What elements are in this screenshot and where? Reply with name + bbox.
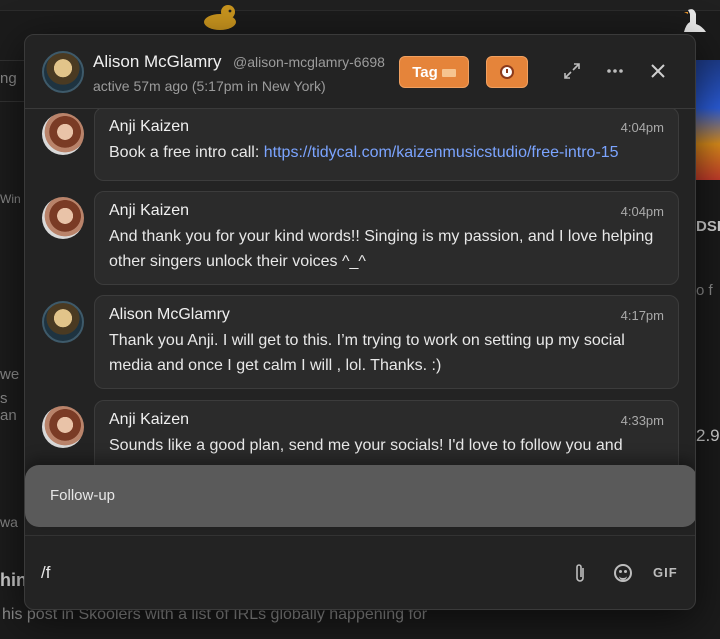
message-time: 4:33pm [620,413,664,428]
bg-fragment: wa [0,514,18,530]
contact-handle: @alison-mcglamry-6698 [233,54,385,70]
clock-icon [500,65,514,79]
snooze-button[interactable] [486,56,528,88]
avatar[interactable] [42,301,84,343]
chat-header: Alison McGlamry @alison-mcglamry-6698 ac… [25,35,695,109]
bg-fragment: o f [696,282,713,299]
message-composer: GIF [25,535,695,609]
suggestion-follow-up[interactable]: Follow-up [50,487,115,504]
avatar[interactable] [42,406,84,448]
message-bubble: Alison McGlamry 4:17pm Thank you Anji. I… [94,295,679,389]
bg-banner-image [696,60,720,180]
message-author: Anji Kaizen [109,411,190,428]
tag-button-label: Tag [412,63,438,81]
bg-fragment: DSI [696,218,720,235]
chat-modal: Alison McGlamry @alison-mcglamry-6698 ac… [24,34,696,610]
contact-name[interactable]: Alison McGlamry [93,52,221,72]
goose-illustration-icon [684,9,706,32]
message-author: Alison McGlamry [109,306,230,323]
message-bubble: Anji Kaizen 4:04pm Book a free intro cal… [94,109,679,181]
bg-fragment: Win [0,192,21,206]
bg-divider [0,10,720,11]
message-text: Thank you Anji. I will get to this. I’m … [109,332,625,374]
message-text: Sounds like a good plan, send me your so… [109,437,623,454]
bg-fragment: 2.9 [696,426,720,445]
gif-button[interactable]: GIF [653,565,678,580]
bg-topbar [0,0,720,10]
bg-left-column: ng Win we s an wa hin [0,40,27,600]
message-list[interactable]: Anji Kaizen 4:04pm Book a free intro cal… [25,109,695,465]
avatar[interactable] [42,51,84,93]
bg-fragment: we [0,366,20,383]
bg-right-column: DSI o f 2.9 [696,40,720,600]
more-options-icon[interactable] [605,61,625,81]
message-text: Book a free intro call: https://tidycal.… [109,144,619,161]
message-input[interactable] [41,558,541,588]
message-text: And thank you for your kind words!! Sing… [109,228,654,270]
tag-button[interactable]: Tag [399,56,469,88]
message-author: Anji Kaizen [109,118,190,135]
contact-status: active 57m ago (5:17pm in New York) [93,78,326,94]
paperclip-icon[interactable] [573,562,587,584]
message-author: Anji Kaizen [109,202,190,219]
message-bubble: Anji Kaizen 4:04pm And thank you for you… [94,191,679,285]
message-time: 4:17pm [620,308,664,323]
emoji-icon[interactable] [614,564,632,582]
bg-fragment: s an [0,390,17,424]
bg-fragment: ng [0,70,17,87]
message-link[interactable]: https://tidycal.com/kaizenmusicstudio/fr… [264,144,619,161]
message-time: 4:04pm [620,120,664,135]
message-time: 4:04pm [620,204,664,219]
message-bubble: Anji Kaizen 4:33pm Sounds like a good pl… [94,400,679,465]
tag-icon [441,68,456,77]
avatar[interactable] [42,113,84,155]
bg-post-text: his post in Skoolers with a list of IRLs… [2,606,428,623]
command-suggestion[interactable]: Follow-up [25,465,695,527]
bg-fragment: hin [0,570,27,590]
expand-icon[interactable] [562,61,582,81]
close-icon[interactable] [648,61,668,81]
duck-illustration-icon [204,5,236,30]
avatar[interactable] [42,197,84,239]
